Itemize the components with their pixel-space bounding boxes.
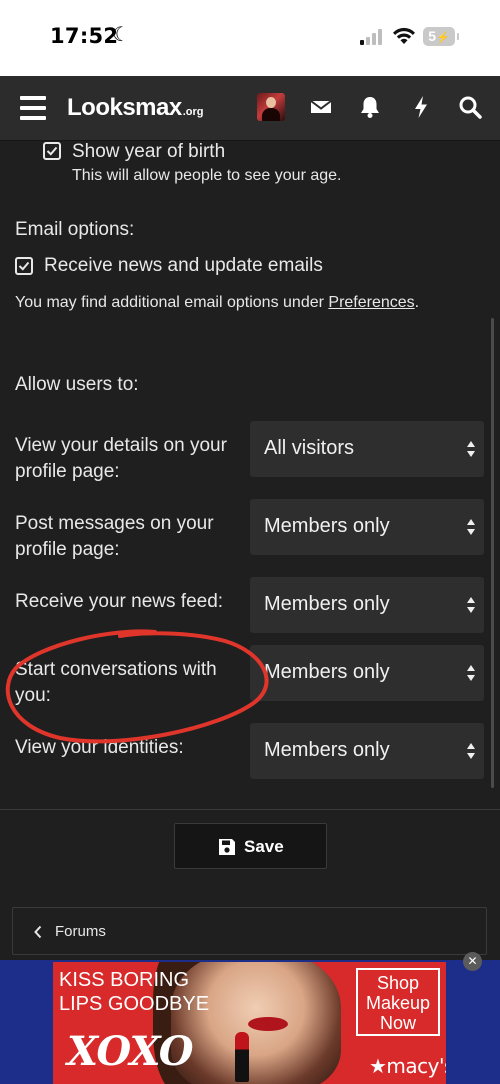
- select-arrows-icon: [467, 665, 475, 681]
- field-label-view-details: View your details on your profile page:: [15, 435, 227, 482]
- status-time: 17:52: [50, 24, 119, 48]
- search-icon[interactable]: [457, 94, 483, 120]
- allow-users-heading: Allow users to:: [15, 374, 139, 395]
- ad-lipstick: [235, 1032, 249, 1082]
- ad-store-logo: ★macy's: [369, 1054, 446, 1078]
- signal-icon: [360, 29, 384, 45]
- select-arrows-icon: [467, 519, 475, 535]
- select-value: All visitors: [264, 437, 355, 459]
- select-value: Members only: [264, 593, 390, 615]
- select-view-identities[interactable]: Members only: [250, 723, 484, 779]
- show-year-label: Show year of birth: [72, 141, 226, 162]
- check-icon: [46, 146, 58, 156]
- breadcrumb[interactable]: Forums: [12, 907, 487, 955]
- site-logo[interactable]: Looksmax.org: [67, 94, 204, 122]
- select-view-details[interactable]: All visitors: [250, 421, 484, 477]
- select-arrows-icon: [467, 441, 475, 457]
- field-label-view-identities: View your identities:: [15, 737, 184, 758]
- breadcrumb-forums: Forums: [55, 923, 106, 940]
- ad-cta-line2: Makeup: [365, 993, 431, 1013]
- ad-cta-line3: Now: [379, 1013, 416, 1033]
- select-arrows-icon: [467, 597, 475, 613]
- select-news-feed[interactable]: Members only: [250, 577, 484, 633]
- select-value: Members only: [264, 661, 390, 683]
- ad-lips: [248, 1017, 288, 1031]
- mail-icon[interactable]: [308, 94, 334, 120]
- field-label-start-conversations: Start conversations with you:: [15, 659, 217, 706]
- save-label: Save: [244, 837, 284, 856]
- save-button[interactable]: Save: [174, 823, 327, 869]
- select-value: Members only: [264, 739, 390, 761]
- ad-headline-line1: KISS BORING: [59, 969, 190, 991]
- ad-close-icon[interactable]: ✕: [463, 952, 482, 971]
- ad-headline: KISS BORING LIPS GOODBYE: [59, 968, 209, 1016]
- chevron-left-icon: [34, 925, 42, 939]
- email-note: You may find additional email options un…: [15, 294, 419, 312]
- battery-level: 5: [428, 28, 437, 44]
- select-post-messages[interactable]: Members only: [250, 499, 484, 555]
- scrollbar[interactable]: [491, 318, 494, 788]
- ad-cta-line1: Shop: [376, 973, 420, 993]
- email-note-suffix: .: [414, 294, 420, 311]
- select-arrows-icon: [467, 743, 475, 759]
- logo-tld: .org: [182, 106, 204, 118]
- field-label-post-messages: Post messages on your profile page:: [15, 513, 214, 560]
- select-value: Members only: [264, 515, 390, 537]
- check-icon: [18, 261, 30, 271]
- logo-text: Looksmax: [67, 94, 182, 121]
- preferences-link[interactable]: Preferences: [328, 294, 414, 311]
- form-divider: [0, 809, 500, 810]
- receive-news-label: Receive news and update emails: [44, 255, 323, 276]
- app-header: Looksmax.org: [0, 76, 500, 141]
- ad-cta-button[interactable]: Shop Makeup Now: [356, 968, 440, 1036]
- receive-news-checkbox[interactable]: [15, 257, 33, 275]
- email-options-heading: Email options:: [15, 219, 135, 240]
- status-bar: 17:52 ☾ 5⚡: [0, 0, 500, 76]
- moon-icon: ☾: [112, 24, 130, 46]
- ad-creative[interactable]: KISS BORING LIPS GOODBYE XOXO Shop Makeu…: [53, 962, 446, 1084]
- ad-banner[interactable]: KISS BORING LIPS GOODBYE XOXO Shop Makeu…: [0, 960, 500, 1084]
- menu-icon[interactable]: [20, 96, 46, 120]
- select-start-conversations[interactable]: Members only: [250, 645, 484, 701]
- bell-icon[interactable]: [357, 94, 383, 120]
- ad-headline-line2: LIPS GOODBYE: [59, 993, 210, 1015]
- show-year-checkbox[interactable]: [43, 142, 61, 160]
- ad-brand-logo: XOXO: [67, 1028, 194, 1075]
- wifi-icon: [393, 27, 415, 44]
- lightning-icon[interactable]: [408, 94, 434, 120]
- email-note-prefix: You may find additional email options un…: [15, 294, 329, 311]
- show-year-hint: This will allow people to see your age.: [72, 167, 342, 184]
- avatar[interactable]: [257, 93, 285, 121]
- floppy-disk-icon: [219, 839, 235, 855]
- field-label-news-feed: Receive your news feed:: [15, 591, 224, 612]
- battery-icon: 5⚡: [423, 27, 459, 46]
